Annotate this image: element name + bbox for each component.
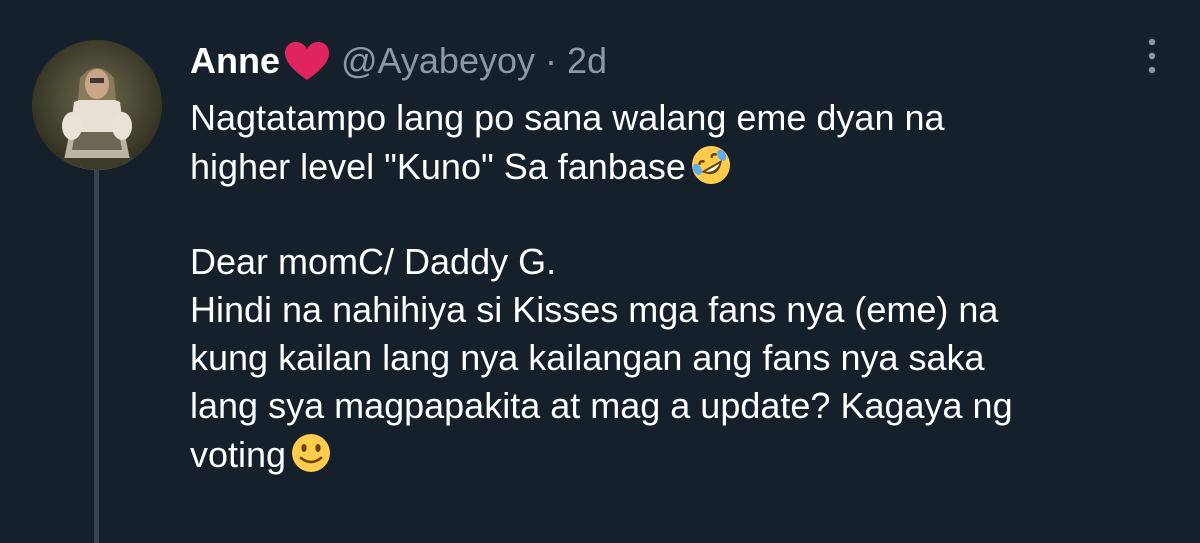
display-name[interactable]: Anne bbox=[190, 40, 280, 82]
avatar[interactable] bbox=[32, 40, 162, 170]
more-options-icon[interactable] bbox=[1140, 36, 1164, 76]
rolling-on-floor-laughing-icon bbox=[688, 142, 734, 188]
tweet-line: voting bbox=[190, 430, 1180, 478]
tweet-text: Nagtatampo lang po sana walang eme dyan … bbox=[190, 94, 1180, 478]
tweet-line: Dear momC/ Daddy G. bbox=[190, 241, 557, 282]
tweet-header: Anne @Ayabeyoy · 2d bbox=[190, 38, 607, 84]
red-heart-icon bbox=[283, 40, 331, 82]
slightly-smiling-face-icon bbox=[288, 430, 334, 476]
thread-line bbox=[94, 170, 99, 543]
tweet-line: kung kailan lang nya kailangan ang fans … bbox=[190, 337, 985, 378]
meta-separator: · bbox=[545, 40, 557, 81]
tweet-line: Hindi na nahihiya si Kisses mga fans nya… bbox=[190, 289, 999, 330]
tweet-line: Nagtatampo lang po sana walang eme dyan … bbox=[190, 97, 945, 138]
handle[interactable]: @Ayabeyoy bbox=[341, 40, 535, 82]
timestamp[interactable]: 2d bbox=[567, 40, 607, 82]
tweet-line: lang sya magpapakita at mag a update? Ka… bbox=[190, 385, 1013, 426]
tweet[interactable]: Anne @Ayabeyoy · 2d Nagtatampo lang po s… bbox=[0, 0, 1200, 543]
tweet-line: higher level "Kuno" Sa fanbase bbox=[190, 142, 1180, 190]
